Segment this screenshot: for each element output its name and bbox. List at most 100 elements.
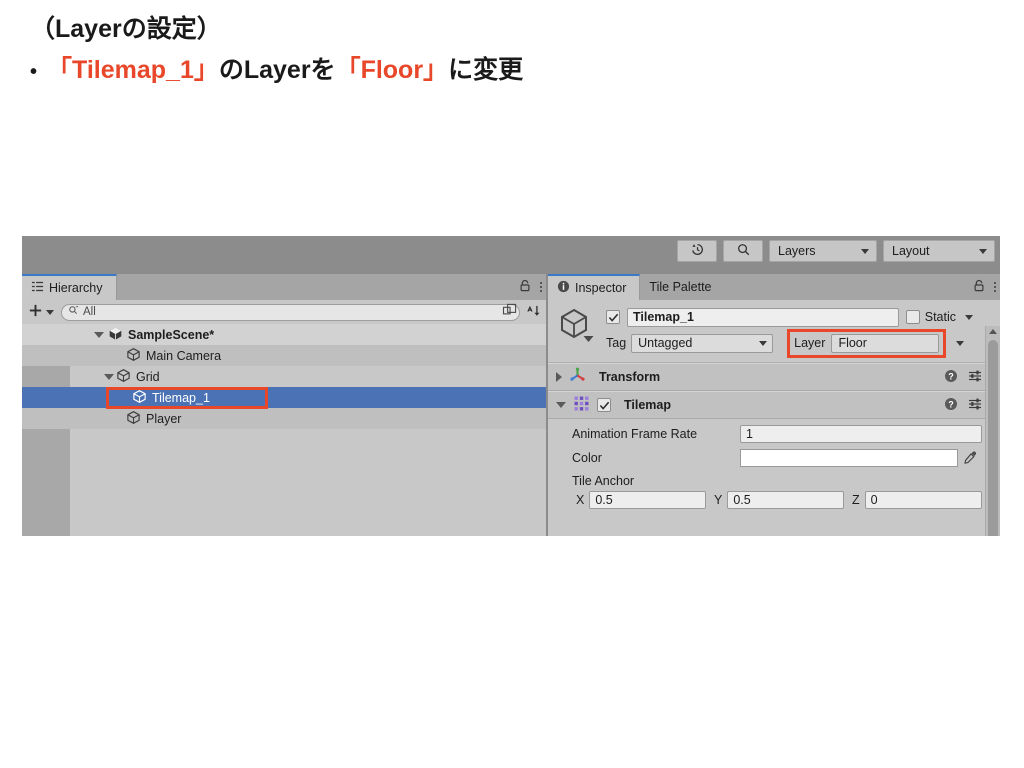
eyedropper-icon[interactable]: [958, 450, 982, 465]
list-item[interactable]: Grid: [22, 366, 546, 387]
twisty-expanded-icon[interactable]: [556, 402, 566, 408]
gameobject-cube-icon: [132, 389, 147, 407]
lock-icon[interactable]: [973, 279, 985, 295]
page-title: （Layerの設定）: [30, 15, 222, 43]
tag-label: Tag: [606, 336, 627, 350]
scrollbar-thumb[interactable]: [988, 340, 998, 536]
add-gameobject-button[interactable]: [26, 303, 56, 321]
layers-dropdown[interactable]: Layers: [769, 240, 877, 262]
list-icon: [31, 280, 44, 296]
tilemap-properties: Animation Frame Rate 1 Color Tile Anchor: [548, 419, 1000, 509]
tab-hierarchy-label: Hierarchy: [49, 281, 103, 295]
component-name-transform: Transform: [599, 370, 661, 384]
anchor-y-label: Y: [714, 493, 723, 507]
unity-editor-window: Layers Layout Hierarchy All SampleScene*…: [22, 236, 1000, 536]
static-group: Static: [905, 310, 976, 324]
color-swatch[interactable]: [740, 448, 958, 467]
help-icon[interactable]: ?: [944, 369, 958, 386]
animation-frame-rate-input[interactable]: 1: [740, 424, 982, 443]
bullet-marker: •: [30, 61, 38, 83]
kebab-menu-icon[interactable]: [540, 282, 542, 292]
anchor-z-input[interactable]: 0: [864, 491, 982, 509]
hierarchy-tab-icons: [519, 274, 542, 300]
hierarchy-search-input[interactable]: All: [61, 303, 520, 321]
open-in-window-icon[interactable]: [502, 303, 517, 321]
anchor-y-cell: Y 0.5: [714, 491, 844, 509]
chevron-down-icon: [956, 340, 965, 346]
toolbar-right-group: Layers Layout: [677, 240, 995, 262]
anchor-z-label: Z: [852, 493, 860, 507]
hierarchy-search-value: All: [83, 306, 96, 318]
search-button[interactable]: [723, 240, 763, 262]
layer-group-annotated: Layer Floor: [787, 328, 947, 358]
slide-heading: （Layerの設定） • 「Tilemap_1」のLayerを「Floor」に変…: [30, 14, 990, 86]
sort-alphabetical-icon[interactable]: [525, 303, 542, 322]
inspector-body: Tilemap_1 Static Tag Untagged Layer Floo…: [548, 300, 1000, 536]
static-checkbox[interactable]: [905, 310, 920, 324]
bullet-highlight-floor: 「Floor」: [335, 56, 449, 84]
chevron-down-icon: [861, 248, 869, 254]
twisty-collapsed-icon[interactable]: [556, 372, 562, 382]
chevron-down-icon[interactable]: [965, 314, 973, 320]
component-header-tilemap[interactable]: Tilemap ?: [548, 391, 1000, 419]
list-item-selected[interactable]: Tilemap_1: [22, 387, 546, 408]
property-label: Animation Frame Rate: [572, 426, 698, 441]
inspector-object-header: Tilemap_1 Static Tag Untagged Layer Floo…: [548, 300, 1000, 363]
gameobject-cube-icon: [126, 410, 141, 428]
help-icon[interactable]: ?: [944, 397, 958, 414]
list-item-label: SampleScene*: [128, 327, 215, 342]
lock-icon[interactable]: [519, 279, 531, 295]
list-item[interactable]: Main Camera: [22, 345, 546, 366]
tile-anchor-fields: X 0.5 Y 0.5 Z 0: [548, 491, 1000, 509]
component-header-transform[interactable]: Transform ?: [548, 363, 1000, 391]
hierarchy-toolbar: All: [22, 300, 546, 324]
object-name-row: Tilemap_1 Static: [606, 307, 976, 327]
tag-value: Untagged: [638, 336, 693, 350]
list-item[interactable]: Player: [22, 408, 546, 429]
tab-inspector[interactable]: Inspector: [548, 274, 641, 300]
tag-layer-row: Tag Untagged Layer Floor: [606, 328, 976, 358]
hierarchy-tabbar: Hierarchy: [22, 274, 546, 300]
component-name-tilemap: Tilemap: [624, 398, 672, 412]
tab-tile-palette[interactable]: Tile Palette: [640, 274, 725, 300]
twisty-expanded-icon[interactable]: [104, 373, 114, 380]
tab-tile-palette-label: Tile Palette: [649, 280, 712, 294]
twisty-expanded-icon[interactable]: [94, 331, 104, 338]
history-icon: [690, 242, 705, 260]
layers-dropdown-label: Layers: [778, 244, 816, 258]
layer-dropdown-arrow[interactable]: [948, 334, 972, 353]
gameobject-cube-icon: [557, 306, 594, 346]
svg-text:?: ?: [948, 371, 954, 381]
gameobject-cube-icon: [126, 347, 141, 365]
search-icon: [68, 305, 79, 319]
object-name-input[interactable]: Tilemap_1: [627, 307, 899, 327]
preset-icon[interactable]: [968, 397, 982, 414]
scroll-up-arrow-icon[interactable]: [989, 329, 997, 334]
history-button[interactable]: [677, 240, 717, 262]
object-enabled-checkbox[interactable]: [606, 310, 620, 324]
layout-dropdown[interactable]: Layout: [883, 240, 995, 262]
chevron-down-icon[interactable]: [583, 332, 594, 346]
component-enabled-checkbox[interactable]: [597, 398, 611, 412]
anchor-x-label: X: [576, 493, 585, 507]
anchor-x-input[interactable]: 0.5: [589, 491, 706, 509]
kebab-menu-icon[interactable]: [994, 282, 996, 292]
tilemap-grid-icon: [573, 395, 590, 415]
list-item-label: Tilemap_1: [152, 390, 210, 405]
preset-icon[interactable]: [968, 369, 982, 386]
hierarchy-tree: SampleScene* Main Camera Grid Tilemap_1 …: [22, 324, 546, 536]
editor-toolbar: Layers Layout: [22, 236, 1000, 274]
property-animation-frame-rate: Animation Frame Rate 1: [548, 423, 1000, 444]
unity-scene-icon: [108, 326, 123, 344]
bullet-line: • 「Tilemap_1」のLayerを「Floor」に変更: [30, 55, 990, 86]
hierarchy-pane: Hierarchy All SampleScene* Main Camera G…: [22, 274, 546, 536]
inspector-scrollbar[interactable]: [985, 326, 1000, 536]
tag-dropdown[interactable]: Untagged: [631, 333, 774, 353]
list-item[interactable]: SampleScene*: [22, 324, 546, 345]
layer-value[interactable]: Floor: [831, 333, 940, 353]
inspector-tabbar: Inspector Tile Palette: [548, 274, 1000, 300]
static-label: Static: [924, 310, 956, 324]
tab-hierarchy[interactable]: Hierarchy: [22, 274, 117, 300]
anchor-y-input[interactable]: 0.5: [727, 491, 844, 509]
bullet-text-2: に変更: [448, 56, 524, 84]
